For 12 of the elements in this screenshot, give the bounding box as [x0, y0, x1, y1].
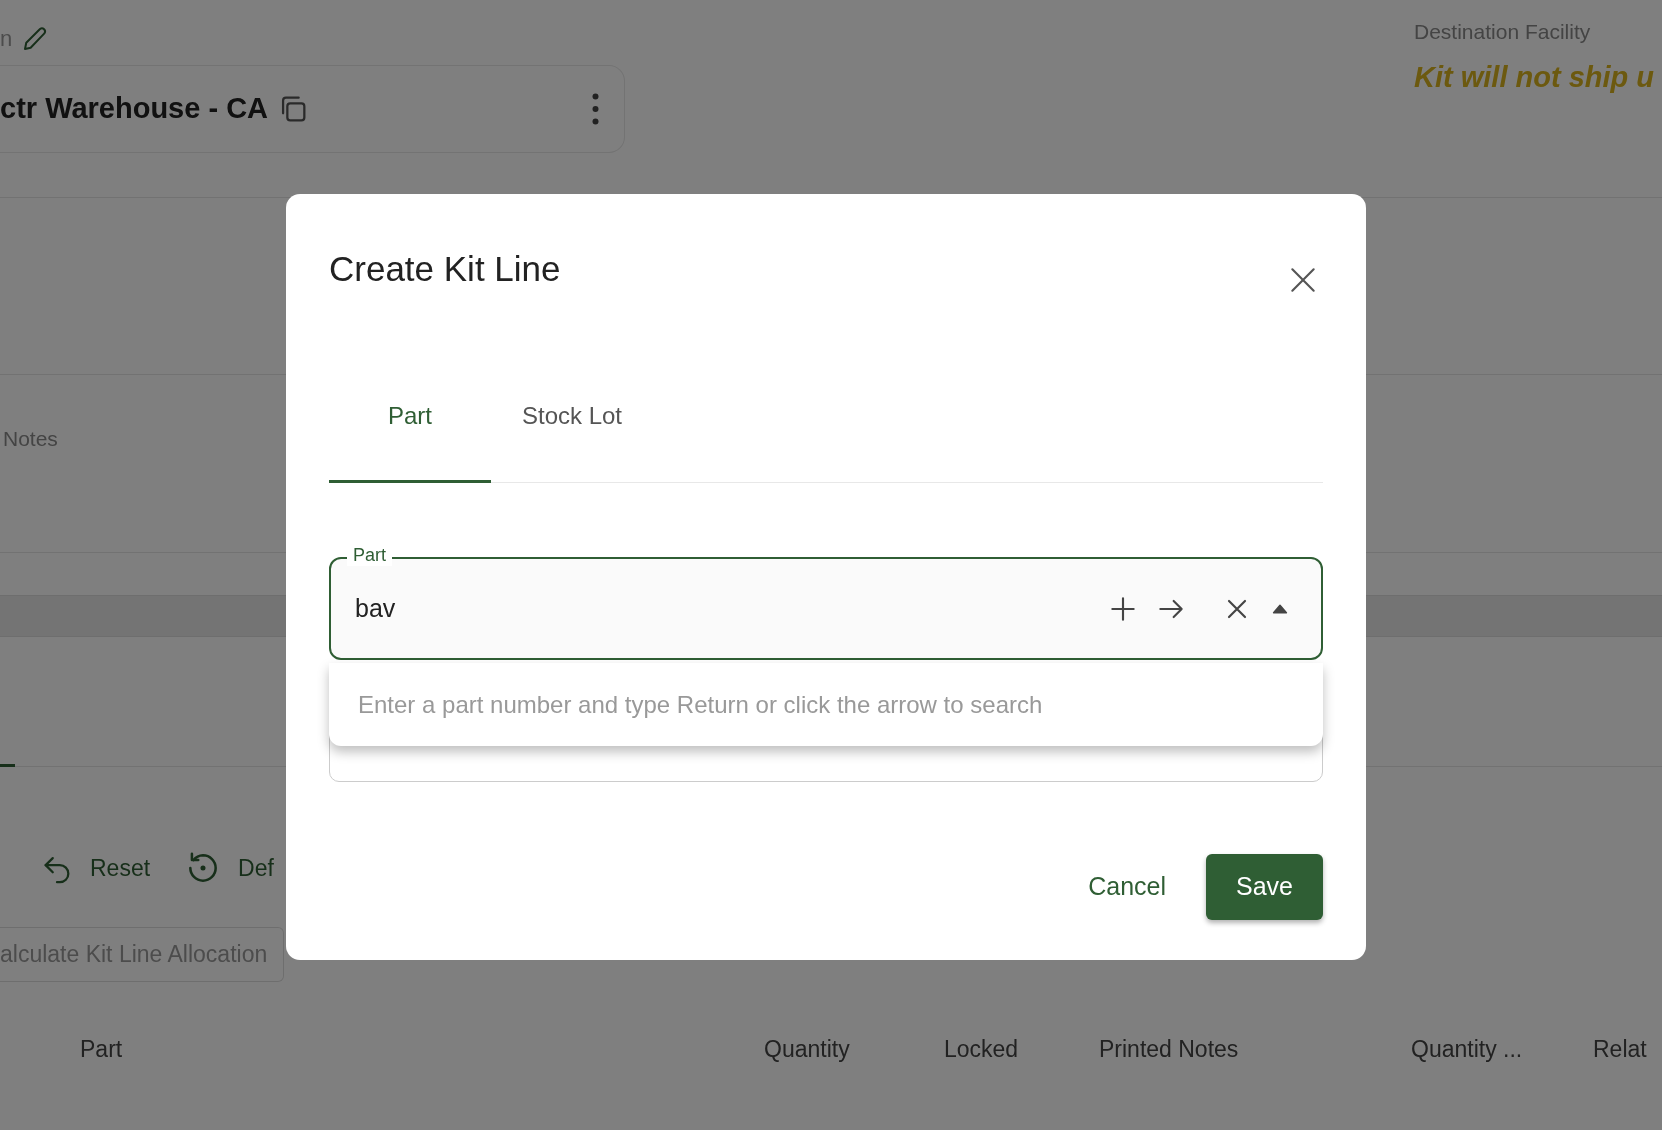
field-label: Destination Facility — [1414, 19, 1592, 45]
dialog-title: Create Kit Line — [329, 248, 561, 290]
hint-text: Enter a part number and type Return or click the arrow to search — [358, 689, 1043, 720]
column-header: Relat — [1593, 1035, 1647, 1064]
column-header: Quantity ... — [1411, 1035, 1523, 1064]
facility-name: ctr Warehouse - CA — [0, 91, 269, 127]
field-label: Notes — [3, 426, 58, 452]
column-header: Part — [80, 1035, 123, 1064]
column-header: Quantity — [764, 1035, 850, 1064]
column-header: Locked — [944, 1035, 1019, 1064]
warning-text: Kit will not ship u — [1414, 59, 1656, 95]
column-header: Printed Notes — [1099, 1035, 1239, 1064]
